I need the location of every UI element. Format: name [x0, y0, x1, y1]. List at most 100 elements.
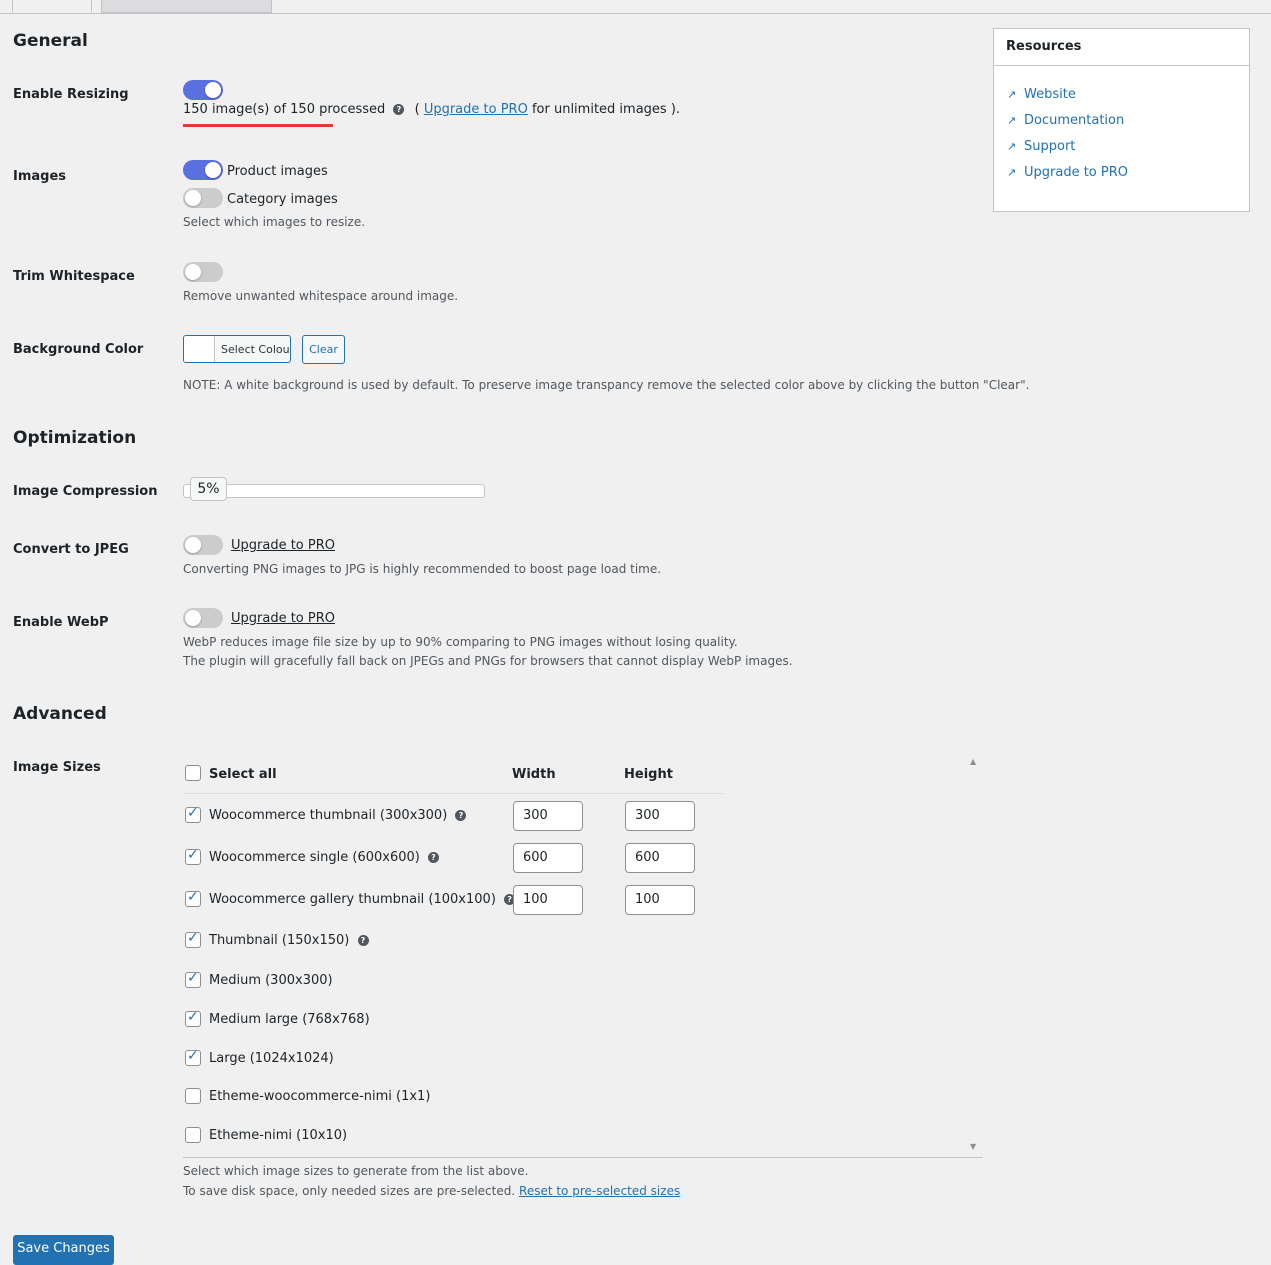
color-swatch [184, 336, 215, 362]
size-checkbox-large[interactable] [185, 1048, 201, 1066]
image-sizes-description-1: Select which image sizes to generate fro… [183, 1164, 529, 1178]
toggle-knob [205, 162, 221, 178]
size-row-medium: Medium (300x300) [209, 973, 333, 988]
size-checkbox-woocommerce-thumbnail[interactable] [185, 805, 201, 823]
scroll-up-icon[interactable]: ▲ [970, 757, 976, 766]
reset-sizes-link[interactable]: Reset to pre-selected sizes [519, 1184, 680, 1198]
size-checkbox-woocommerce-gallery-thumbnail[interactable] [185, 889, 201, 907]
trim-whitespace-description: Remove unwanted whitespace around image. [183, 289, 459, 303]
size-checkbox-etheme-nimi[interactable] [185, 1127, 201, 1143]
select-colour-button[interactable]: Select Colour [183, 335, 291, 363]
section-heading-general: General [13, 31, 88, 51]
resource-link-upgrade-pro[interactable]: ↗ Upgrade to PRO [1007, 165, 1128, 180]
size-checkbox-woocommerce-single[interactable] [185, 847, 201, 865]
compression-slider[interactable]: 5% [183, 477, 485, 501]
tab-settings[interactable] [12, 0, 92, 13]
toggle-knob [185, 190, 201, 206]
image-sizes-description-2: To save disk space, only needed sizes ar… [183, 1184, 516, 1198]
toggle-knob [185, 537, 201, 553]
save-changes-button[interactable]: Save Changes [13, 1235, 114, 1265]
trim-whitespace-label: Trim Whitespace [13, 269, 135, 284]
size-name: Woocommerce single (600x600) [209, 850, 420, 865]
convert-jpeg-label: Convert to JPEG [13, 542, 129, 557]
height-input-woocommerce-gallery-thumbnail[interactable]: 100 [625, 885, 695, 915]
size-row-woocommerce-gallery-thumbnail: Woocommerce gallery thumbnail (100x100) … [209, 892, 516, 907]
paren-open: ( [414, 102, 420, 117]
background-color-note: NOTE: A white background is used by defa… [183, 378, 1030, 392]
question-circle-icon[interactable]: ? [357, 935, 369, 946]
size-row-medium-large: Medium large (768x768) [209, 1012, 370, 1027]
category-images-toggle[interactable] [183, 188, 223, 208]
compression-slider-handle[interactable]: 5% [190, 477, 227, 501]
resource-link-documentation[interactable]: ↗ Documentation [1007, 113, 1124, 128]
resource-link-label: Upgrade to PRO [1024, 165, 1128, 180]
question-circle-icon[interactable]: ? [393, 104, 405, 115]
convert-jpeg-description: Converting PNG images to JPG is highly r… [183, 562, 662, 576]
section-heading-advanced: Advanced [13, 704, 107, 724]
scroll-down-icon[interactable]: ▼ [970, 1142, 976, 1151]
image-sizes-description-2-row: To save disk space, only needed sizes ar… [183, 1182, 680, 1201]
size-name: Woocommerce gallery thumbnail (100x100) [209, 892, 496, 907]
convert-jpeg-toggle[interactable] [183, 535, 223, 555]
upgrade-suffix-text: for unlimited images ). [531, 102, 681, 117]
enable-webp-toggle[interactable] [183, 608, 223, 628]
images-label: Images [13, 169, 67, 184]
clear-color-button[interactable]: Clear [302, 335, 345, 364]
section-heading-optimization: Optimization [13, 428, 137, 448]
enable-resizing-toggle[interactable] [183, 80, 223, 100]
status-underline [183, 124, 333, 127]
select-all-label: Select all [209, 767, 277, 782]
processed-count-text: 150 image(s) of 150 processed [183, 102, 386, 117]
enable-resizing-label: Enable Resizing [13, 87, 129, 102]
upgrade-pro-link[interactable]: Upgrade to PRO [424, 102, 528, 117]
resources-panel: Resources ↗ Website ↗ Documentation ↗ Suppo… [993, 28, 1250, 212]
width-input-woocommerce-thumbnail[interactable]: 300 [513, 801, 583, 831]
external-link-icon: ↗ [1007, 88, 1017, 101]
size-row-large: Large (1024x1024) [209, 1051, 334, 1066]
size-checkbox-thumbnail[interactable] [185, 930, 201, 948]
resource-link-label: Documentation [1024, 113, 1125, 128]
toggle-knob [185, 264, 201, 280]
toggle-knob [185, 610, 201, 626]
width-input-woocommerce-single[interactable]: 600 [513, 843, 583, 873]
webp-upgrade-link[interactable]: Upgrade to PRO [231, 611, 335, 626]
size-checkbox-medium-large[interactable] [185, 1009, 201, 1027]
question-circle-icon[interactable]: ? [455, 810, 467, 821]
size-name: Woocommerce thumbnail (300x300) [209, 808, 448, 823]
width-column-header: Width [512, 767, 556, 782]
height-input-woocommerce-thumbnail[interactable]: 300 [625, 801, 695, 831]
enable-webp-label: Enable WebP [13, 615, 109, 630]
external-link-icon: ↗ [1007, 114, 1017, 127]
resource-link-website[interactable]: ↗ Website [1007, 87, 1076, 102]
size-row-woocommerce-single: Woocommerce single (600x600) ? [209, 850, 439, 865]
webp-description-2: The plugin will gracefully fall back on … [183, 654, 793, 668]
size-checkbox-medium[interactable] [185, 970, 201, 988]
image-compression-label: Image Compression [13, 484, 158, 499]
size-row-woocommerce-thumbnail: Woocommerce thumbnail (300x300) ? [209, 808, 467, 823]
size-checkbox-etheme-woocommerce-nimi[interactable] [185, 1088, 201, 1104]
images-description: Select which images to resize. [183, 215, 366, 229]
image-sizes-label: Image Sizes [13, 760, 101, 775]
external-link-icon: ↗ [1007, 166, 1017, 179]
resource-link-support[interactable]: ↗ Support [1007, 139, 1075, 154]
height-input-woocommerce-single[interactable]: 600 [625, 843, 695, 873]
product-images-toggle[interactable] [183, 160, 223, 180]
size-row-etheme-woocommerce-nimi: Etheme-woocommerce-nimi (1x1) [209, 1089, 431, 1104]
table-header-divider [183, 793, 723, 794]
webp-description-1: WebP reduces image file size by up to 90… [183, 635, 738, 649]
question-circle-icon[interactable]: ? [427, 852, 439, 863]
select-all-checkbox[interactable] [185, 765, 201, 781]
tab-secondary[interactable] [101, 0, 272, 13]
width-input-woocommerce-gallery-thumbnail[interactable]: 100 [513, 885, 583, 915]
toggle-knob [205, 82, 221, 98]
category-images-label: Category images [227, 192, 338, 207]
resource-link-label: Website [1024, 87, 1076, 102]
convert-jpeg-upgrade-link[interactable]: Upgrade to PRO [231, 538, 335, 553]
size-row-etheme-nimi: Etheme-nimi (10x10) [209, 1128, 348, 1143]
product-images-label: Product images [227, 164, 328, 179]
resizing-status: 150 image(s) of 150 processed ? ( Upgrad… [183, 102, 680, 117]
size-row-thumbnail: Thumbnail (150x150) ? [209, 933, 369, 948]
resources-heading: Resources [994, 29, 1249, 66]
size-name: Thumbnail (150x150) [209, 933, 350, 948]
trim-whitespace-toggle[interactable] [183, 262, 223, 282]
